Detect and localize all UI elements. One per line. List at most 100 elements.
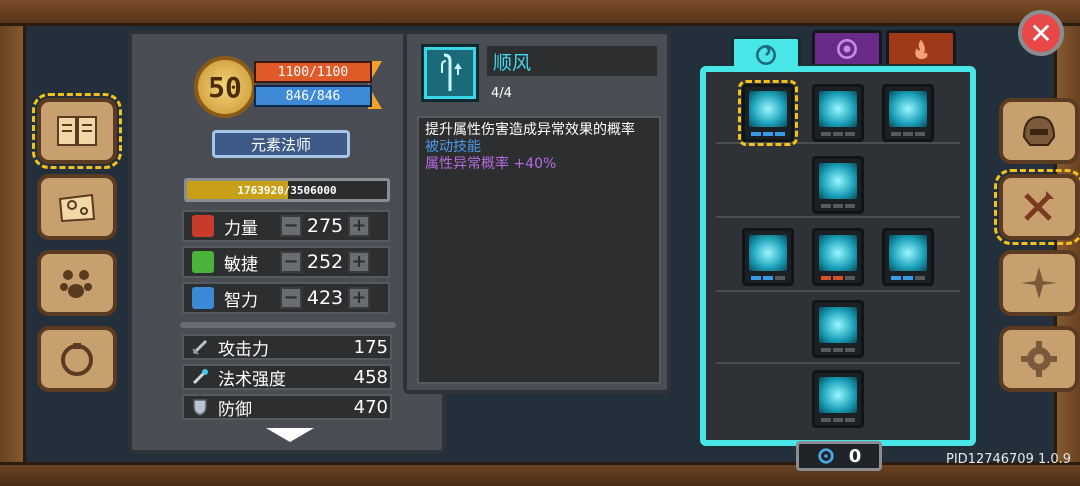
strength-fist-icon [192,215,214,237]
skill-node-burst[interactable] [812,300,864,358]
skill-type: 被动技能 [425,139,481,155]
tab-fire-element[interactable] [886,30,956,64]
character-panel: 50 1100/1100 846/846 元素法师 1763920/350600… [128,30,446,454]
ring-button[interactable] [37,326,117,392]
compass-star-icon [1021,267,1057,299]
codex-book-button[interactable] [32,93,122,169]
stat-name: 法术强度 [218,369,286,390]
wind-blade-icon [819,91,857,127]
skill-node-heal[interactable] [882,84,934,142]
attribute-row-strength: 力量 − 275 + [182,210,390,242]
magic-wand-icon [192,369,208,385]
intelligence-increase-button[interactable]: + [348,287,370,309]
attribute-row-intelligence: 智力 − 423 + [182,282,390,314]
hp-bar: 1100/1100 [254,61,372,83]
attribute-row-agility: 敏捷 − 252 + [182,246,390,278]
intelligence-decrease-button[interactable]: − [280,287,302,309]
vortex-icon [837,38,857,59]
wind-swirl-icon [818,448,834,464]
intelligence-book-icon [192,287,214,309]
skill-node-wind-shield[interactable] [882,228,934,286]
helmet-icon [1022,115,1056,146]
talents-button[interactable] [999,250,1079,316]
class-name-plate: 元素法师 [212,130,350,158]
paw-icon [60,270,92,298]
stat-value: 175 [353,336,388,358]
map-scroll-icon [58,193,96,223]
energy-burst-icon [819,307,857,343]
sword-icon [192,339,208,355]
book-icon [57,116,97,146]
stat-row-defense: 防御 470 [182,394,392,420]
strength-increase-button[interactable]: + [348,215,370,237]
attribute-name: 敏捷 [224,254,258,275]
agility-increase-button[interactable]: + [348,251,370,273]
tailwind-skill-icon [749,91,787,127]
exp-text: 1763920/3506000 [237,183,337,197]
attribute-value: 423 [306,287,344,309]
wind-swirl-icon [756,44,776,65]
agility-feather-icon [192,251,214,273]
heal-cross-icon [889,91,927,127]
skill-description-box: 提升属性伤害造成异常效果的概率 被动技能 属性异常概率 +40% [417,116,661,384]
stat-row-attack: 攻击力 175 [182,334,392,360]
flame-icon [915,38,928,59]
skill-node-wind-dragon[interactable] [742,228,794,286]
attribute-value: 252 [306,251,344,273]
skill-node-storm-crown[interactable] [812,228,864,286]
settings-button[interactable] [999,326,1079,392]
version-label: PID12746709 1.0.9 [946,452,1072,467]
pets-button[interactable] [37,250,117,316]
attribute-name: 智力 [224,290,258,311]
tree-row-divider [716,362,960,364]
skill-description: 提升属性伤害造成异常效果的概率 [425,122,635,138]
attribute-value: 275 [306,215,344,237]
skill-node-wind-blade[interactable] [812,84,864,142]
tree-row-divider [716,142,960,144]
crossed-swords-up-icon [1024,191,1054,221]
mp-bar: 846/846 [254,85,372,107]
skill-node-lightning[interactable] [812,156,864,214]
skill-points-counter: 0 [796,441,882,471]
stat-row-spell-power: 法术强度 458 [182,364,392,390]
wood-border-top [0,0,1080,26]
wood-border-bottom [0,462,1080,486]
stat-name: 攻击力 [218,339,269,360]
close-button[interactable]: ✕ [1018,10,1064,56]
wood-border-left [0,26,26,462]
agility-decrease-button[interactable]: − [280,251,302,273]
gear-icon [1021,341,1057,377]
map-scroll-button[interactable] [37,174,117,240]
skill-tree-panel [700,66,976,446]
scroll-down-arrow-icon[interactable] [266,428,314,442]
wood-border-right [1054,26,1080,462]
shield-icon [193,399,207,416]
tab-void-element[interactable] [812,30,882,64]
tree-row-divider [716,216,960,218]
skills-button[interactable] [994,169,1080,245]
ring-icon [61,343,93,376]
skill-name: 顺风 [487,46,657,76]
skill-points-value: 0 [848,445,862,467]
tree-row-divider [716,290,960,292]
skill-level: 4/4 [491,86,512,101]
stat-name: 防御 [218,399,252,420]
tailwind-skill-icon [421,44,479,102]
skill-node-tailwind[interactable] [738,80,798,146]
attribute-name: 力量 [224,218,258,239]
equipment-helmet-button[interactable] [999,98,1079,164]
strength-decrease-button[interactable]: − [280,215,302,237]
stat-value: 458 [353,366,388,388]
tab-wind-element[interactable] [731,36,801,70]
level-badge: 50 [194,56,256,118]
stat-value: 470 [353,396,388,418]
cyclone-icon [819,377,857,413]
wind-dragon-icon [749,235,787,271]
skill-effect: 属性异常概率 +40% [425,156,557,172]
wind-shield-icon [889,235,927,271]
lightning-storm-icon [819,163,857,199]
storm-crown-icon [819,235,857,271]
skill-node-cyclone[interactable] [812,370,864,428]
panel-divider [180,322,396,328]
skill-detail-panel: 顺风 4/4 提升属性伤害造成异常效果的概率 被动技能 属性异常概率 +40% [403,30,671,394]
